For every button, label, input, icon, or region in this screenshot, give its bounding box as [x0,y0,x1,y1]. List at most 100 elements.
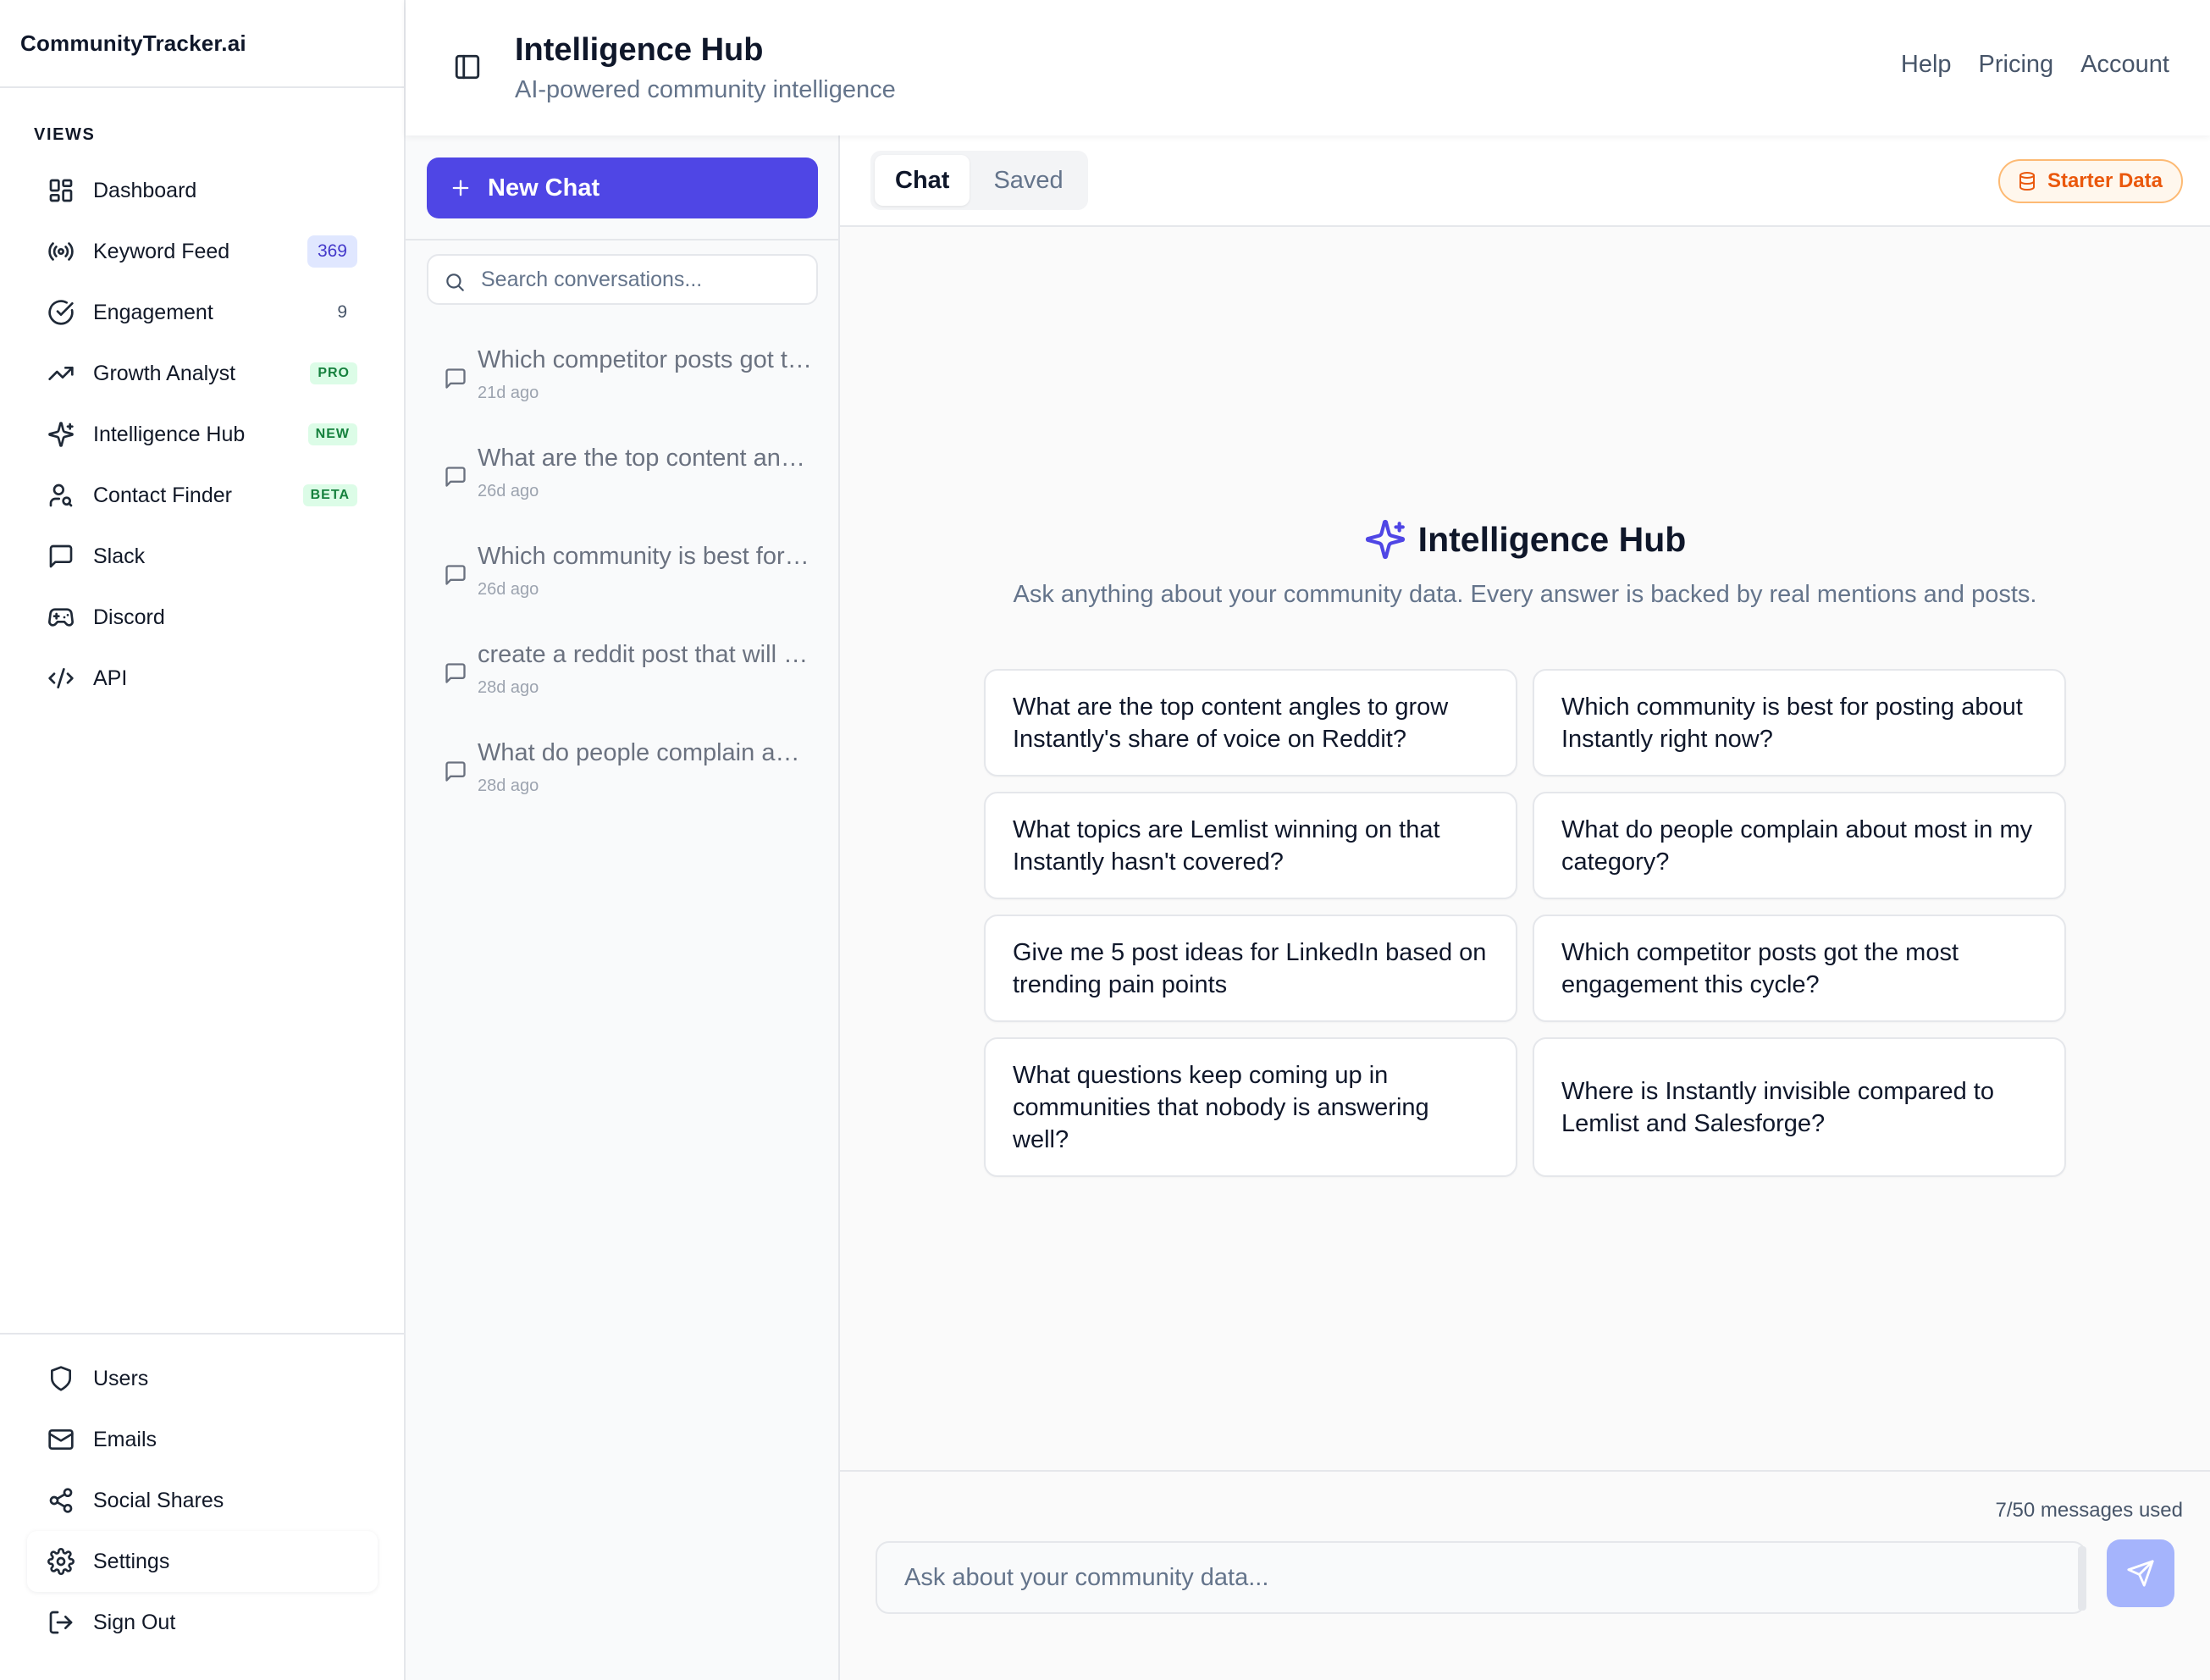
sidebar-item-intelligence-hub[interactable]: Intelligence Hub NEW [27,404,378,465]
new-chat-button[interactable]: New Chat [427,158,818,218]
sidebar-item-emails[interactable]: Emails [27,1409,378,1470]
sidebar-item-discord[interactable]: Discord [27,587,378,648]
help-link[interactable]: Help [1901,51,1952,79]
conversation-item[interactable]: Which competitor posts got the most enga… [427,333,818,417]
sidebar-item-engagement[interactable]: Engagement 9 [27,282,378,343]
pricing-link[interactable]: Pricing [1979,51,2054,79]
send-icon [2126,1559,2155,1588]
sidebar-item-sign-out[interactable]: Sign Out [27,1592,378,1653]
sidebar-item-label: API [93,666,128,690]
engagement-count-badge: 9 [337,302,347,322]
message-usage: 7/50 messages used [1995,1499,2183,1522]
plus-icon [449,176,472,200]
new-chat-label: New Chat [488,174,600,202]
conversation-item[interactable]: What do people complain about most in my… [427,726,818,810]
tab-group: Chat Saved [870,151,1088,210]
sidebar-item-label: Discord [93,605,165,629]
send-button[interactable] [2107,1539,2174,1607]
views-section-label: VIEWS [34,125,96,144]
conversation-time: 21d ago [478,384,539,402]
tab-chat[interactable]: Chat [875,155,970,206]
keyword-feed-count-badge: 369 [307,235,357,268]
starter-data-badge[interactable]: Starter Data [1997,159,2183,203]
input-scrollbar[interactable] [2078,1546,2086,1611]
mail-icon [47,1426,75,1453]
sidebar-footer: Users Emails Social Shares Settings Sign… [0,1333,404,1680]
sidebar-item-label: Dashboard [93,178,197,202]
chat-bubble-icon [444,760,467,783]
suggestion-card[interactable]: Which competitor posts got the most enga… [1533,915,2066,1022]
conversation-item[interactable]: create a reddit post that will get engag… [427,627,818,712]
sidebar-item-dashboard[interactable]: Dashboard [27,160,378,221]
conversation-list-panel: New Chat Which competitor posts got the … [406,135,840,1680]
sidebar-item-label: Keyword Feed [93,239,230,263]
gamepad-icon [47,604,75,631]
sidebar-item-users[interactable]: Users [27,1348,378,1409]
chat-bubble-icon [444,563,467,587]
chat-bubble-icon [444,661,467,685]
sidebar-item-label: Slack [93,544,146,568]
beta-badge: BETA [302,484,357,506]
sidebar-item-slack[interactable]: Slack [27,526,378,587]
conversation-time: 28d ago [478,678,539,697]
sidebar-bottom-nav: Users Emails Social Shares Settings Sign… [27,1348,378,1653]
sidebar-item-label: Settings [93,1549,170,1573]
suggestion-card[interactable]: What questions keep coming up in communi… [984,1037,1517,1177]
suggestion-card[interactable]: Give me 5 post ideas for LinkedIn based … [984,915,1517,1022]
sparkles-icon [1364,518,1406,561]
sidebar-item-api[interactable]: API [27,648,378,709]
sidebar-item-label: Users [93,1366,149,1390]
shield-icon [47,1365,75,1392]
hub-title: Intelligence Hub [1417,519,1687,559]
hub-heading: Intelligence Hub [840,518,2210,561]
page-subtitle: AI-powered community intelligence [515,76,896,103]
top-header: Intelligence Hub AI-powered community in… [406,0,2210,135]
suggestion-card[interactable]: Which community is best for posting abou… [1533,669,2066,776]
conversation-time: 28d ago [478,776,539,795]
sidebar-item-label: Contact Finder [93,483,232,507]
message-square-icon [47,543,75,570]
sidebar-item-settings[interactable]: Settings [27,1531,378,1592]
suggestion-grid: What are the top content angles to grow … [984,669,2068,1177]
tab-saved[interactable]: Saved [973,155,1083,206]
chat-bubble-icon [444,465,467,489]
sparkles-icon [47,421,75,448]
sidebar-item-label: Emails [93,1427,157,1451]
conversation-time: 26d ago [478,482,539,500]
conversation-time: 26d ago [478,580,539,599]
tabs-bar: Chat Saved Starter Data [840,135,2210,227]
suggestion-card[interactable]: What do people complain about most in my… [1533,792,2066,899]
sidebar-item-keyword-feed[interactable]: Keyword Feed 369 [27,221,378,282]
account-link[interactable]: Account [2080,51,2169,79]
sidebar-item-growth-analyst[interactable]: Growth Analyst PRO [27,343,378,404]
top-links: Help Pricing Account [1901,51,2169,79]
suggestion-card[interactable]: Where is Instantly invisible compared to… [1533,1037,2066,1177]
sidebar-nav: Dashboard Keyword Feed 369 Engagement 9 … [27,160,378,709]
sidebar-item-social-shares[interactable]: Social Shares [27,1470,378,1531]
brand-logo[interactable]: CommunityTracker.ai [0,0,404,88]
database-icon [2017,171,2037,191]
gear-icon [47,1548,75,1575]
sidebar: CommunityTracker.ai VIEWS Dashboard Keyw… [0,0,406,1680]
chat-input[interactable] [876,1541,2086,1614]
search-box [427,254,818,305]
search-conversations-input[interactable] [481,256,811,303]
conversation-item[interactable]: Which community is best for posting abou… [427,529,818,614]
suggestion-card[interactable]: What are the top content angles to grow … [984,669,1517,776]
page-title: Intelligence Hub [515,32,764,68]
new-badge: NEW [307,423,357,445]
broadcast-icon [47,238,75,265]
search-icon [444,271,466,293]
user-search-icon [47,482,75,509]
trending-up-icon [47,360,75,387]
sign-out-icon [47,1609,75,1636]
starter-data-label: Starter Data [2047,169,2163,192]
suggestion-card[interactable]: What topics are Lemlist winning on that … [984,792,1517,899]
sidebar-item-contact-finder[interactable]: Contact Finder BETA [27,465,378,526]
panel-toggle-icon[interactable] [453,52,482,81]
conversation-title: create a reddit post that will get engag… [478,641,813,668]
dashboard-icon [47,177,75,204]
conversation-item[interactable]: What are the top content angles to grow … [427,431,818,516]
share-icon [47,1487,75,1514]
hub-description: Ask anything about your community data. … [1013,581,2037,608]
